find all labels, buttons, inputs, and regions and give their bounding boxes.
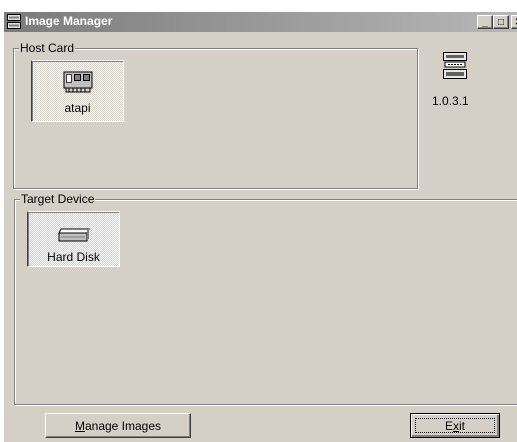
close-button[interactable]: ✕ [511,15,517,29]
title-bar[interactable]: Image Manager _ □ ✕ [4,12,517,32]
window-title: Image Manager [25,14,113,28]
expansion-card-icon [63,71,93,93]
exit-label-pre: E [444,419,453,433]
hard-disk-icon [58,228,90,242]
manage-images-button[interactable]: Manage Images [45,413,191,438]
image-manager-window: Image Manager _ □ ✕ Host Card atapi [3,11,517,442]
exit-label: Exit [411,419,499,433]
device-stack-icon [443,52,467,79]
maximize-button[interactable]: □ [493,15,509,29]
version-label: 1.0.3.1 [432,94,469,108]
target-device-item-label: Hard Disk [47,250,100,264]
exit-button[interactable]: Exit [410,413,500,438]
target-device-legend: Target Device [20,192,96,206]
minimize-button[interactable]: _ [477,15,493,29]
manage-images-mnemonic: M [74,419,85,433]
target-device-item-hard-disk[interactable]: Hard Disk [27,211,120,267]
host-card-group: Host Card atapi [13,41,418,189]
manage-images-rest: anage Images [84,419,162,433]
host-card-legend: Host Card [19,41,76,55]
host-card-item-atapi[interactable]: atapi [31,60,124,122]
server-icon [7,14,21,29]
manage-images-label: Manage Images [46,419,190,433]
target-device-group: Target Device Hard Disk [14,192,517,405]
exit-label-post: it [459,419,465,433]
host-card-item-label: atapi [64,101,91,115]
